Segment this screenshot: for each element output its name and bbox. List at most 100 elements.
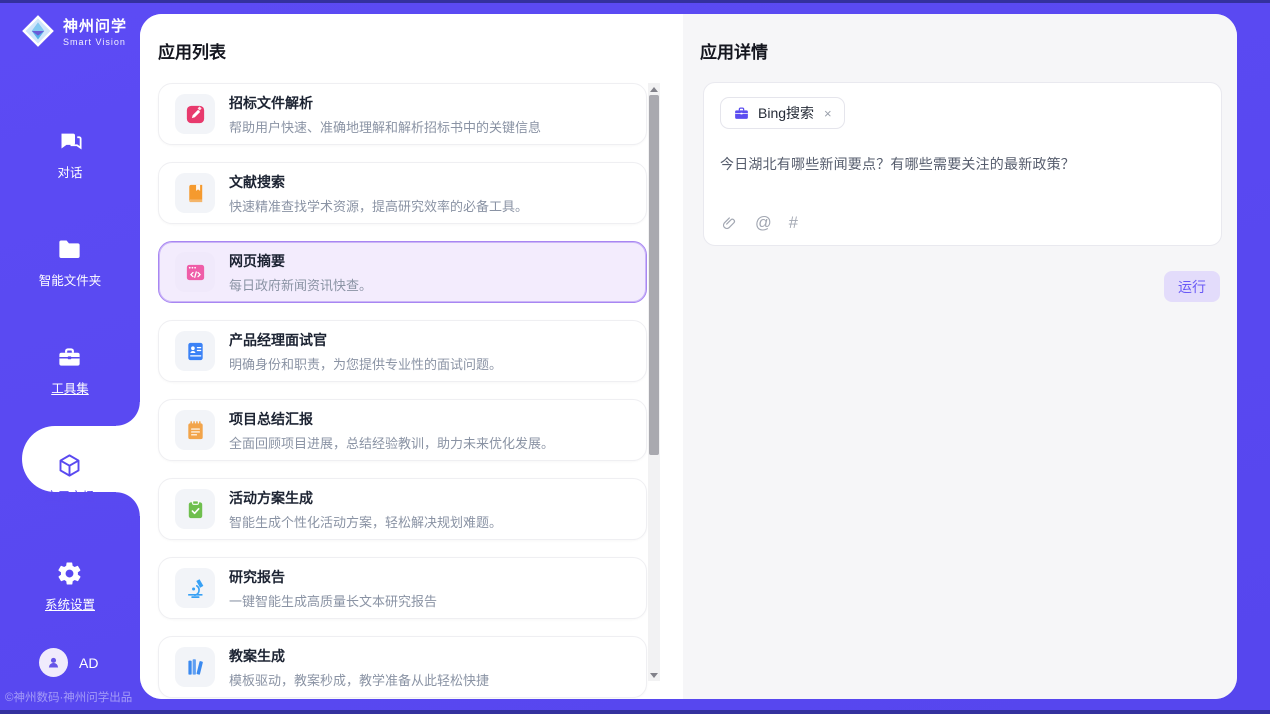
user-row[interactable]: AD (39, 648, 98, 677)
app-card-desc: 模板驱动，教案秒成，教学准备从此轻松快捷 (229, 670, 489, 689)
app-card-text: 招标文件解析帮助用户快速、准确地理解和解析招标书中的关键信息 (229, 93, 541, 136)
app-card-text: 项目总结汇报全面回顾项目进展，总结经验教训，助力未来优化发展。 (229, 409, 554, 452)
user-icon (45, 654, 62, 671)
app-card-text: 研究报告一键智能生成高质量长文本研究报告 (229, 567, 437, 610)
sidebar-item-3[interactable]: 应用市场 (0, 424, 140, 532)
notepad-icon (184, 419, 207, 442)
app-detail-title: 应用详情 (700, 38, 768, 63)
attachment-toolbar: @ # (721, 215, 798, 232)
app-card-text: 文献搜索快速精准查找学术资源，提高研究效率的必备工具。 (229, 172, 528, 215)
nav-item-inner: 对话 (57, 128, 84, 181)
app-card-title: 活动方案生成 (229, 488, 502, 508)
app-icon-tile (175, 489, 215, 529)
app-card-0[interactable]: 招标文件解析帮助用户快速、准确地理解和解析招标书中的关键信息 (158, 83, 647, 145)
tool-tag-label: Bing搜索 (758, 103, 814, 123)
list-scrollbar[interactable] (648, 83, 660, 681)
sidebar-item-1[interactable]: 智能文件夹 (0, 208, 140, 316)
app-card-4[interactable]: 项目总结汇报全面回顾项目进展，总结经验教训，助力未来优化发展。 (158, 399, 647, 461)
app-card-title: 产品经理面试官 (229, 330, 502, 350)
app-list-title: 应用列表 (158, 38, 226, 63)
brand-diamond-icon (20, 13, 56, 49)
nav-item-label: 对话 (57, 162, 82, 181)
scrollbar-up-arrow[interactable] (648, 83, 660, 95)
nav-item-inner: 智能文件夹 (39, 236, 102, 289)
scrollbar-down-arrow[interactable] (648, 669, 660, 681)
app-card-title: 招标文件解析 (229, 93, 541, 113)
app-icon-tile (175, 410, 215, 450)
microscope-icon (184, 577, 207, 600)
paperclip-icon[interactable] (721, 215, 738, 232)
nav-item-inner: 应用市场 (45, 452, 95, 505)
book-icon (184, 182, 207, 205)
run-button[interactable]: 运行 (1164, 271, 1220, 302)
app-card-title: 教案生成 (229, 646, 489, 666)
app-icon-tile (175, 647, 215, 687)
app-card-3[interactable]: 产品经理面试官明确身份和职责，为您提供专业性的面试问题。 (158, 320, 647, 382)
app-card-title: 项目总结汇报 (229, 409, 554, 429)
sidebar-item-0[interactable]: 对话 (0, 100, 140, 208)
nav-item-label: 智能文件夹 (39, 270, 102, 289)
app-card-text: 活动方案生成智能生成个性化活动方案，轻松解决规划难题。 (229, 488, 502, 531)
window-bottom-edge (0, 710, 1270, 714)
app-card-desc: 每日政府新闻资讯快查。 (229, 275, 372, 294)
nav-item-label: 工具集 (51, 378, 89, 397)
app-card-desc: 一键智能生成高质量长文本研究报告 (229, 591, 437, 610)
app-card-6[interactable]: 研究报告一键智能生成高质量长文本研究报告 (158, 557, 647, 619)
hash-icon[interactable]: # (789, 215, 798, 232)
app-card-text: 产品经理面试官明确身份和职责，为您提供专业性的面试问题。 (229, 330, 502, 373)
app-icon-tile (175, 173, 215, 213)
app-detail-panel: 应用详情 Bing搜索 × 今日湖北有哪些新闻要点？有哪些需要关注的最新政策？ … (683, 14, 1237, 699)
browser-code-icon (184, 261, 207, 284)
folder-icon (56, 236, 83, 263)
brand-subtitle: Smart Vision (63, 37, 127, 47)
app-list-panel: 应用列表 招标文件解析帮助用户快速、准确地理解和解析招标书中的关键信息文献搜索快… (140, 14, 683, 699)
nav-item-inner: 系统设置 (45, 560, 95, 613)
app-card-desc: 智能生成个性化活动方案，轻松解决规划难题。 (229, 512, 502, 531)
avatar[interactable] (39, 648, 68, 677)
app-icon-tile (175, 252, 215, 292)
clipboard-check-icon (184, 498, 207, 521)
nav-item-label: 应用市场 (45, 486, 95, 505)
app-card-7[interactable]: 教案生成模板驱动，教案秒成，教学准备从此轻松快捷 (158, 636, 647, 698)
app-card-text: 网页摘要每日政府新闻资讯快查。 (229, 251, 372, 294)
brand-logo: 神州问学 Smart Vision (20, 13, 127, 49)
gear-icon (56, 560, 83, 587)
app-card-2[interactable]: 网页摘要每日政府新闻资讯快查。 (158, 241, 647, 303)
app-card-title: 研究报告 (229, 567, 437, 587)
toolbox-icon (56, 344, 83, 371)
app-icon-tile (175, 568, 215, 608)
app-card-text: 教案生成模板驱动，教案秒成，教学准备从此轻松快捷 (229, 646, 489, 689)
app-card-desc: 帮助用户快速、准确地理解和解析招标书中的关键信息 (229, 117, 541, 136)
briefcase-icon (733, 105, 750, 122)
nav-item-label: 系统设置 (45, 594, 95, 613)
query-text[interactable]: 今日湖北有哪些新闻要点？有哪些需要关注的最新政策？ (720, 154, 1205, 174)
query-card[interactable]: Bing搜索 × 今日湖北有哪些新闻要点？有哪些需要关注的最新政策？ @ # (703, 82, 1222, 246)
sidebar-item-4[interactable]: 系统设置 (0, 532, 140, 640)
app-card-desc: 全面回顾项目进展，总结经验教训，助力未来优化发展。 (229, 433, 554, 452)
at-mention-icon[interactable]: @ (755, 215, 772, 232)
user-initials: AD (79, 655, 98, 671)
app-card-desc: 快速精准查找学术资源，提高研究效率的必备工具。 (229, 196, 528, 215)
brand-name: 神州问学 (63, 15, 127, 36)
books-icon (184, 656, 207, 679)
content-shell: 应用列表 招标文件解析帮助用户快速、准确地理解和解析招标书中的关键信息文献搜索快… (140, 14, 1237, 699)
app-icon-tile (175, 94, 215, 134)
resume-icon (184, 340, 207, 363)
app-card-1[interactable]: 文献搜索快速精准查找学术资源，提高研究效率的必备工具。 (158, 162, 647, 224)
nav-item-inner: 工具集 (51, 344, 89, 397)
app-card-title: 网页摘要 (229, 251, 372, 271)
copyright-text: ©神州数码·神州问学出品 (5, 689, 132, 705)
sidebar: 神州问学 Smart Vision 对话智能文件夹工具集应用市场系统设置 AD … (0, 0, 140, 714)
scrollbar-thumb[interactable] (649, 95, 659, 455)
app-card-5[interactable]: 活动方案生成智能生成个性化活动方案，轻松解决规划难题。 (158, 478, 647, 540)
cube-icon (56, 452, 83, 479)
app-card-desc: 明确身份和职责，为您提供专业性的面试问题。 (229, 354, 502, 373)
pen-doc-icon (184, 103, 207, 126)
app-card-title: 文献搜索 (229, 172, 528, 192)
app-cards: 招标文件解析帮助用户快速、准确地理解和解析招标书中的关键信息文献搜索快速精准查找… (158, 83, 647, 699)
chat-icon (57, 128, 84, 155)
app-icon-tile (175, 331, 215, 371)
window-top-edge (0, 0, 1270, 3)
tool-tag-close-icon[interactable]: × (824, 106, 832, 121)
tool-tag-bing[interactable]: Bing搜索 × (720, 97, 845, 129)
